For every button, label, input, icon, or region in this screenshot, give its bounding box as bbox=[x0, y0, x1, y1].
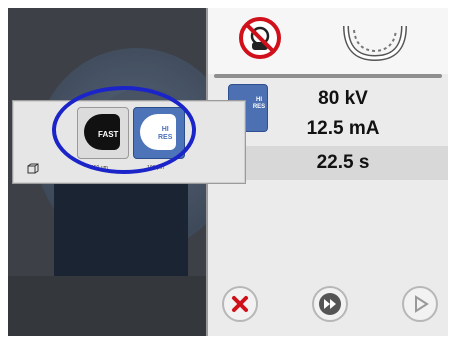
screen: HI RES 80 kV 12.5 mA 22.5 s FAST HI RES … bbox=[0, 0, 451, 342]
highlight-ring bbox=[52, 86, 196, 174]
header-divider bbox=[214, 74, 442, 78]
play-icon bbox=[415, 295, 429, 313]
play-button[interactable] bbox=[402, 286, 438, 322]
no-radiation-sign-icon[interactable] bbox=[238, 16, 282, 60]
preview-footer bbox=[8, 276, 206, 336]
fast-forward-button[interactable] bbox=[312, 286, 348, 322]
scan-area bbox=[54, 178, 188, 278]
hi-res-label: HI RES bbox=[252, 97, 266, 110]
current-value: 12.5 mA bbox=[306, 118, 380, 139]
cube-icon[interactable] bbox=[27, 163, 39, 175]
cancel-button[interactable] bbox=[222, 286, 258, 322]
voltage-value: 80 kV bbox=[318, 88, 368, 109]
time-value: 22.5 s bbox=[316, 152, 370, 173]
fast-forward-icon bbox=[319, 293, 341, 315]
cancel-icon bbox=[232, 296, 248, 312]
dental-arch-icon[interactable] bbox=[340, 16, 410, 62]
